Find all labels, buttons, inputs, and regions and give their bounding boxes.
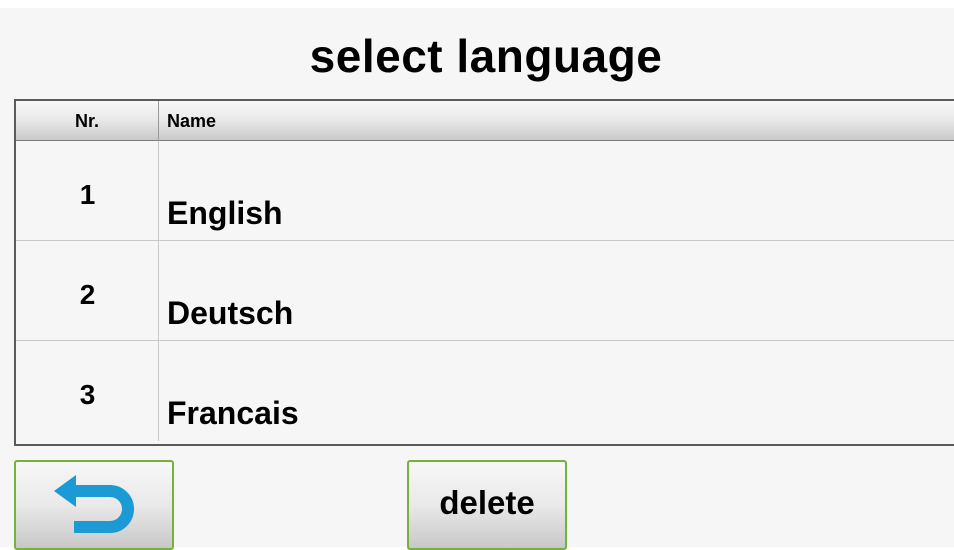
table-row-francais[interactable]: 3 Francais bbox=[16, 341, 954, 441]
table-row-deutsch[interactable]: 2 Deutsch bbox=[16, 241, 954, 341]
language-name: Francais bbox=[167, 395, 299, 431]
row-number-cell: 3 bbox=[16, 341, 159, 441]
column-header-nr: Nr. bbox=[16, 101, 159, 141]
page-title: select language bbox=[309, 30, 663, 82]
column-header-name: Name bbox=[167, 111, 217, 131]
back-arrow-icon bbox=[54, 475, 134, 533]
row-number: 3 bbox=[79, 379, 96, 410]
top-strip bbox=[0, 0, 954, 8]
back-button[interactable] bbox=[14, 460, 174, 550]
delete-button-label: delete bbox=[439, 484, 535, 521]
language-name: Deutsch bbox=[167, 295, 294, 331]
table-row-english[interactable]: 1 English bbox=[16, 141, 954, 241]
row-number-cell: 1 bbox=[16, 141, 159, 240]
language-name: English bbox=[167, 195, 283, 231]
language-table: Nr. Name 1 English 2 Deutsch 3 Francais bbox=[14, 99, 954, 446]
row-number: 2 bbox=[79, 279, 96, 310]
row-number: 1 bbox=[79, 179, 96, 210]
language-select-screen: select language Nr. Name 1 English 2 Deu… bbox=[0, 0, 954, 550]
row-number-cell: 2 bbox=[16, 241, 159, 340]
table-header: Nr. Name bbox=[16, 101, 954, 141]
delete-button[interactable]: delete bbox=[407, 460, 567, 550]
